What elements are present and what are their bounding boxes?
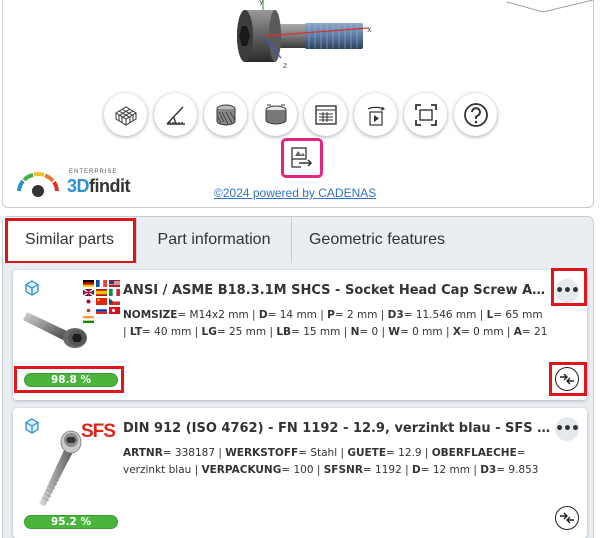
property-value: = 1192 | bbox=[362, 463, 412, 476]
z-axis-label: z bbox=[283, 61, 287, 70]
copyright-link[interactable]: ©2024 powered by CADENAS bbox=[214, 186, 376, 200]
property-key: SFSNR bbox=[323, 463, 363, 476]
similarity-score-badge: 98.8 % bbox=[24, 373, 118, 387]
property-value: = 14 mm | bbox=[267, 309, 328, 321]
compare-button[interactable] bbox=[555, 506, 579, 530]
property-value: = 0 mm | bbox=[400, 325, 453, 338]
logo-brand-3d: 3D bbox=[67, 176, 90, 196]
compare-arrows-icon bbox=[560, 512, 574, 524]
compare-arrows-icon bbox=[560, 373, 574, 385]
result-card[interactable]: SFS DIN 912 (ISO 4762) - FN 1192 - 12.9,… bbox=[13, 408, 587, 538]
part-thumbnail-image bbox=[39, 430, 82, 506]
property-key: WERKSTOFF bbox=[225, 447, 299, 459]
help-icon bbox=[463, 102, 488, 127]
part-thumbnail-image bbox=[23, 312, 87, 348]
property-key: LT bbox=[129, 325, 143, 338]
property-value: = 12 mm | bbox=[420, 463, 481, 476]
result-properties: ARTNR= 338187 | WERKSTOFF= Stahl | GUETE… bbox=[123, 445, 548, 478]
tab-part-information[interactable]: Part information bbox=[137, 217, 292, 263]
property-value: = 25 mm | bbox=[216, 325, 277, 338]
property-value: = 0 | bbox=[359, 325, 389, 338]
logo-enterprise-text: ENTERPRISE bbox=[69, 169, 118, 175]
logo-brand-text: 3Dfindit bbox=[67, 176, 130, 197]
result-properties: NOMSIZE= M14x2 mm | D= 14 mm | P= 2 mm |… bbox=[123, 307, 548, 340]
wireframe-icon bbox=[114, 105, 137, 126]
property-value: = 2 mm | bbox=[334, 309, 388, 321]
cylinder-button[interactable] bbox=[254, 93, 297, 136]
property-key: D bbox=[258, 309, 268, 321]
property-key: VERPACKUNG bbox=[201, 463, 282, 476]
measure-icon bbox=[165, 106, 185, 125]
fit-view-icon bbox=[414, 103, 437, 126]
property-value: = Stahl | bbox=[298, 447, 348, 459]
property-key: A bbox=[513, 325, 522, 338]
help-button[interactable] bbox=[454, 93, 497, 136]
result-title[interactable]: ANSI / ASME B18.3.1M SHCS - Socket Head … bbox=[123, 283, 553, 298]
property-key: D3 bbox=[480, 463, 497, 476]
property-value: = 0 mm | bbox=[460, 325, 514, 338]
result-tabs: Similar parts Part information Geometric… bbox=[2, 216, 594, 264]
more-options-button[interactable]: ••• bbox=[555, 417, 580, 441]
property-key: W bbox=[388, 325, 400, 338]
table-button[interactable] bbox=[304, 93, 347, 136]
property-key: GUETE bbox=[347, 447, 386, 459]
tab-geometric-features[interactable]: Geometric features bbox=[292, 217, 462, 263]
cylinder-icon bbox=[265, 104, 286, 124]
property-value: = 338187 | bbox=[162, 447, 226, 459]
property-key: ARTNR bbox=[123, 447, 163, 459]
3d-cube-icon bbox=[25, 280, 39, 296]
viewer-toolbar bbox=[3, 93, 593, 139]
animation-icon bbox=[367, 106, 385, 126]
gauge-logo-icon bbox=[17, 172, 59, 197]
wireframe-button[interactable] bbox=[104, 93, 147, 136]
model-outline-fragment bbox=[506, 0, 593, 13]
property-value: = 12.9 | bbox=[386, 447, 432, 459]
export-icon bbox=[291, 147, 313, 168]
x-axis-label: x bbox=[367, 25, 372, 34]
3d-viewer-panel: x y z ENTERPRISE 3Dfindit ©2024 powered … bbox=[2, 0, 594, 208]
logo-brand-findit: findit bbox=[89, 176, 130, 196]
section-button[interactable] bbox=[204, 93, 247, 136]
result-title[interactable]: DIN 912 (ISO 4762) - FN 1192 - 12.9, ver… bbox=[123, 421, 553, 436]
tab-similar-parts[interactable]: Similar parts bbox=[3, 217, 137, 263]
property-key: P bbox=[327, 309, 335, 321]
property-key: OBERFLAECHE bbox=[431, 447, 517, 459]
compare-button[interactable] bbox=[555, 367, 579, 391]
property-key: LG bbox=[201, 325, 217, 338]
fit-view-button[interactable] bbox=[404, 93, 447, 136]
screw-3d-model[interactable]: x y z bbox=[209, 0, 399, 76]
more-options-button[interactable]: ••• bbox=[555, 279, 580, 303]
property-value: = 100 | bbox=[281, 463, 324, 476]
section-icon bbox=[216, 104, 235, 125]
result-card[interactable]: ANSI / ASME B18.3.1M SHCS - Socket Head … bbox=[13, 270, 587, 400]
similarity-score-badge: 95.2 % bbox=[24, 515, 118, 529]
table-icon bbox=[314, 104, 337, 125]
measure-button[interactable] bbox=[154, 93, 197, 136]
property-key: X bbox=[452, 325, 461, 338]
property-key: D3 bbox=[387, 309, 404, 321]
property-key: LB bbox=[276, 325, 292, 338]
animation-button[interactable] bbox=[354, 93, 397, 136]
property-key: D bbox=[411, 463, 421, 476]
property-value: = 40 mm | bbox=[142, 325, 202, 338]
property-value: = 15 mm | bbox=[291, 325, 351, 338]
y-axis-label: y bbox=[259, 0, 264, 6]
property-key: NOMSIZE bbox=[123, 309, 178, 321]
property-value: = M14x2 mm | bbox=[177, 309, 259, 321]
similar-parts-list: ANSI / ASME B18.3.1M SHCS - Socket Head … bbox=[2, 263, 594, 538]
export-button[interactable] bbox=[281, 138, 323, 178]
sfs-brand-logo: SFS bbox=[81, 421, 116, 442]
3dfindit-logo: ENTERPRISE 3Dfindit bbox=[13, 169, 143, 201]
property-value: = 11.546 mm | bbox=[403, 309, 487, 321]
